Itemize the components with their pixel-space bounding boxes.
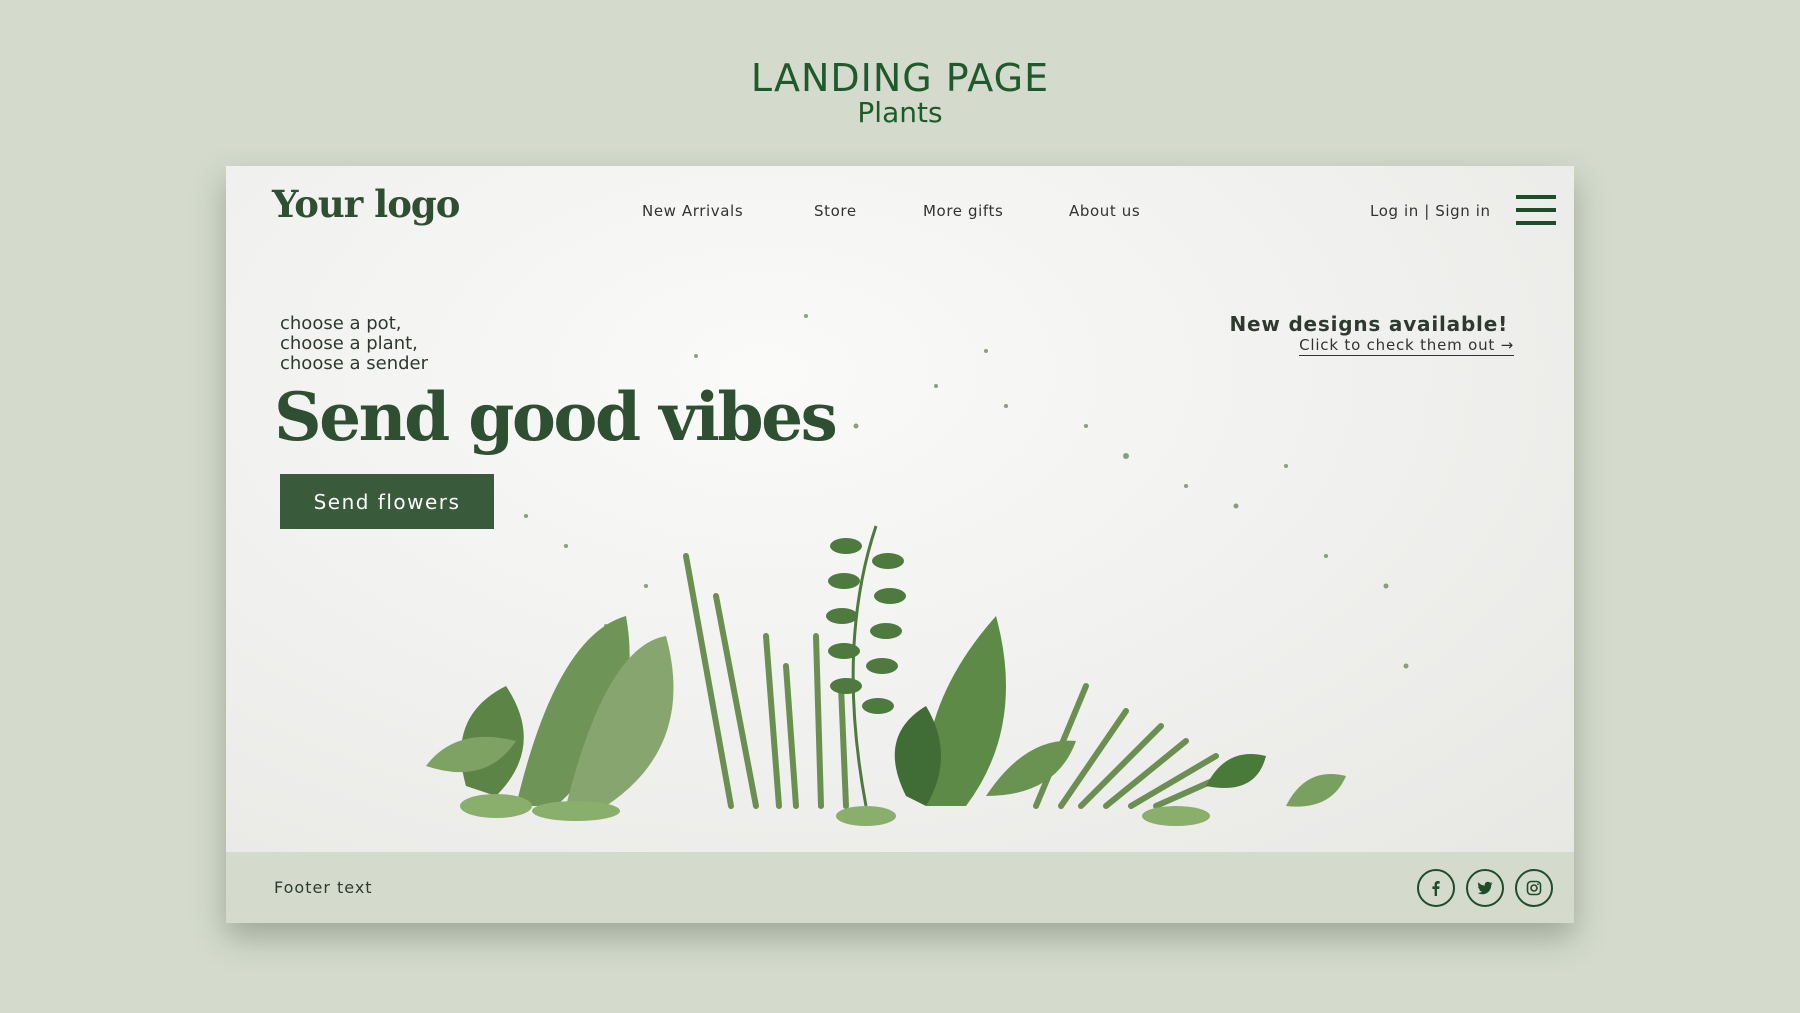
signin-link[interactable]: Sign in (1435, 202, 1490, 220)
tagline-line-1: choose a pot, (280, 313, 402, 334)
footer: Footer text (226, 852, 1574, 923)
footer-text: Footer text (274, 878, 373, 897)
showcase-subtitle: Plants (857, 96, 943, 129)
twitter-icon[interactable] (1466, 869, 1504, 907)
promo-title: New designs available! (1229, 312, 1508, 336)
send-flowers-button[interactable]: Send flowers (280, 474, 494, 529)
showcase-title: LANDING PAGE (750, 56, 1050, 100)
tagline-line-3: choose a sender (280, 353, 429, 374)
auth-separator: | (1418, 202, 1436, 220)
nav-about-us[interactable]: About us (1069, 202, 1140, 220)
nav-store[interactable]: Store (814, 202, 857, 220)
hero-title: Send good vibes (274, 378, 838, 456)
hero-tagline: choose a pot, choose a plant, choose a s… (280, 314, 428, 374)
login-link[interactable]: Log in (1370, 202, 1419, 220)
auth-links: Log in | Sign in (1370, 202, 1491, 220)
nav-more-gifts[interactable]: More gifts (923, 202, 1003, 220)
hamburger-menu-icon[interactable] (1516, 195, 1556, 225)
facebook-icon[interactable] (1417, 869, 1455, 907)
nav-new-arrivals[interactable]: New Arrivals (642, 202, 743, 220)
promo-link[interactable]: Click to check them out → (1299, 336, 1514, 356)
landing-page-mockup: Your logo New Arrivals Store More gifts … (226, 166, 1574, 923)
instagram-icon[interactable] (1515, 869, 1553, 907)
tagline-line-2: choose a plant, (280, 333, 418, 354)
